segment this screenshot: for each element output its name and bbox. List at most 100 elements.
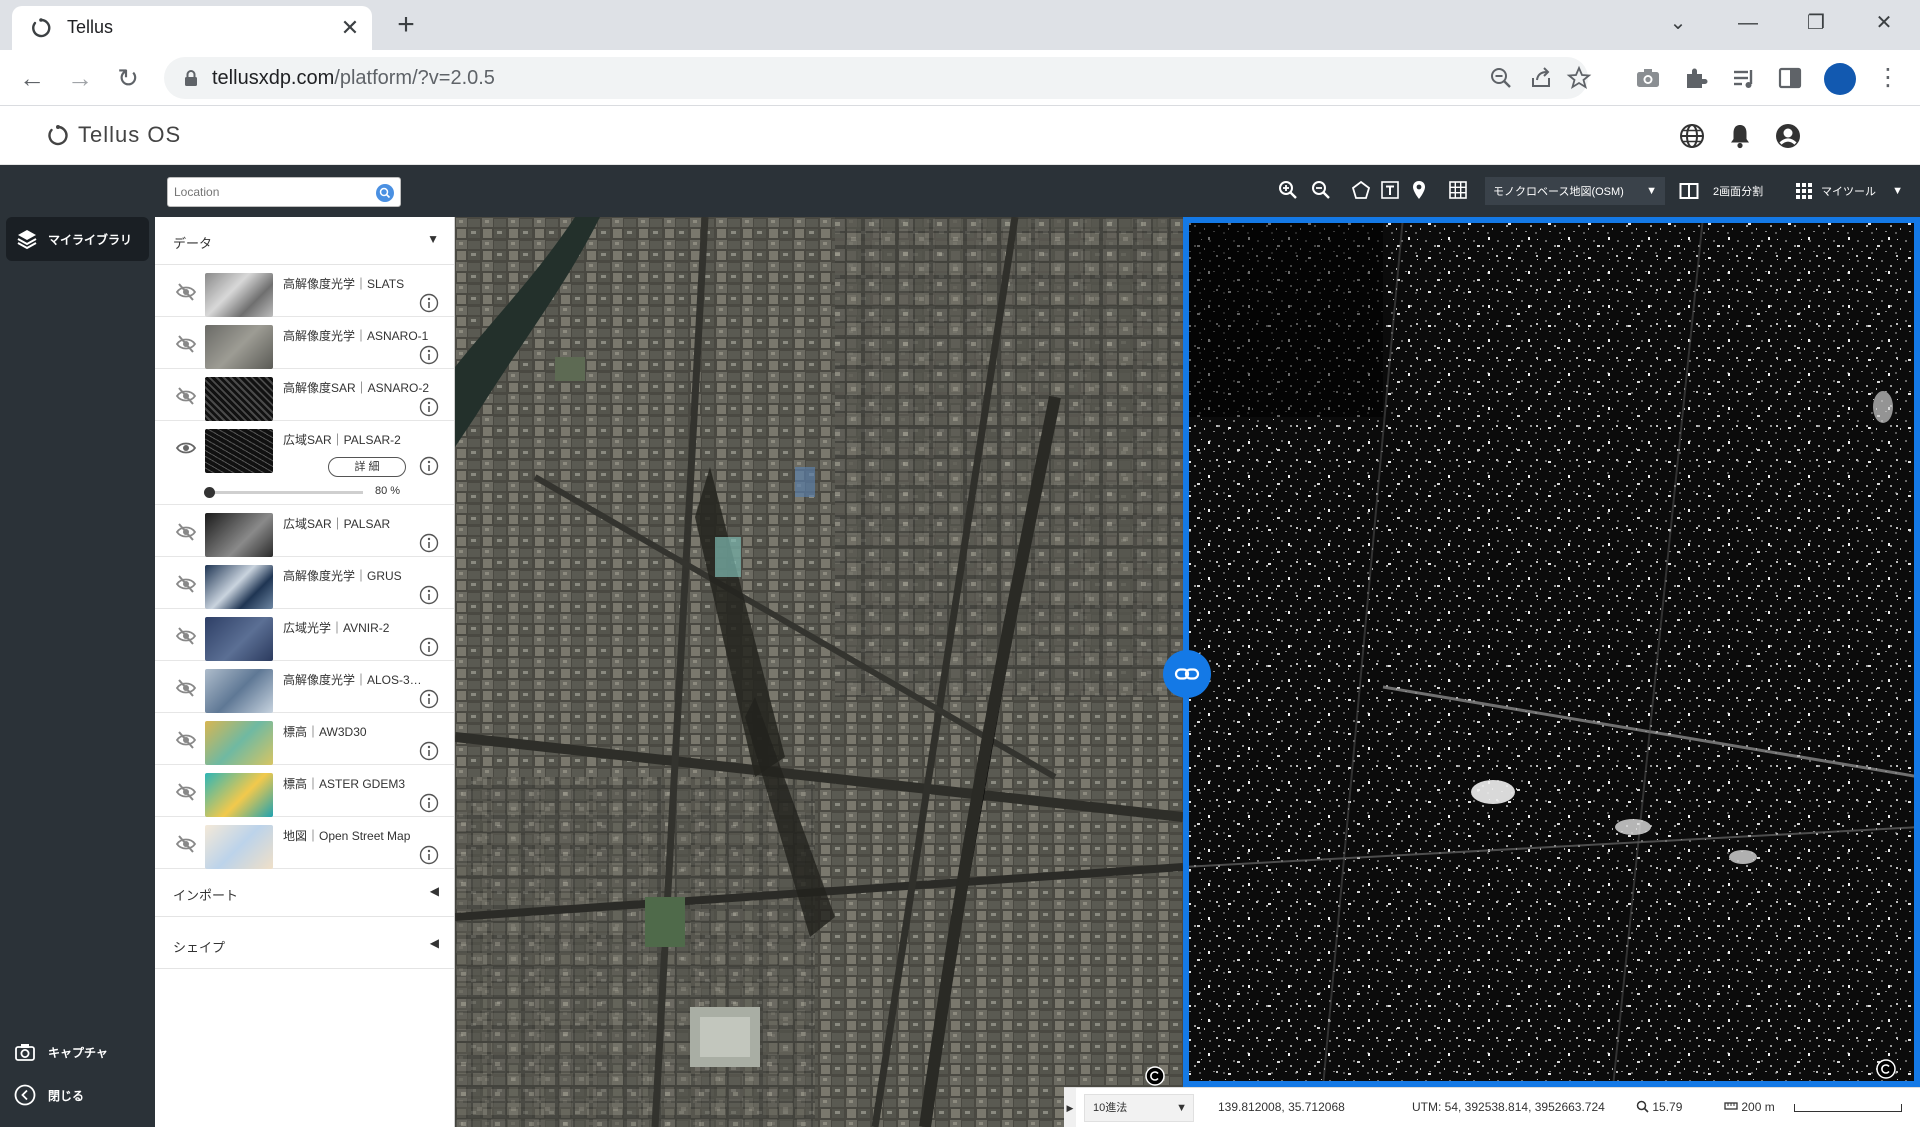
close-panel-button[interactable]: 閉じる [14,1084,84,1106]
info-icon[interactable] [419,293,439,313]
data-section-header[interactable]: データ ▼ [155,217,454,265]
eye-off-icon[interactable] [175,781,197,803]
browser-tab[interactable]: Tellus ✕ [12,6,372,50]
info-icon[interactable] [419,845,439,865]
info-icon[interactable] [419,585,439,605]
my-tools-button[interactable]: マイツール ▼ [1795,177,1909,205]
layer-item[interactable]: 標高｜ASTER GDEM3 [155,765,454,817]
eye-off-icon[interactable] [175,625,197,647]
extensions-puzzle-icon[interactable] [1682,64,1710,92]
location-search-input[interactable] [174,182,364,202]
map-pin-icon[interactable] [1408,179,1430,201]
zoom-readout: 15.79 [1636,1100,1682,1114]
eye-off-icon[interactable] [175,521,197,543]
eye-off-icon[interactable] [175,385,197,407]
address-bar[interactable]: tellusxdp.com/platform/?v=2.0.5 [164,57,1592,99]
opacity-slider-handle[interactable] [203,487,215,498]
import-section-header[interactable]: インポート ◀ [155,869,454,917]
copyright-icon[interactable] [1876,1059,1896,1079]
layer-thumbnail [205,617,273,661]
polygon-draw-icon[interactable] [1350,179,1372,201]
map-pane-left[interactable] [455,217,1183,1127]
info-icon[interactable] [419,741,439,761]
caret-left-icon: ◀ [429,884,439,898]
map-sync-link-button[interactable] [1163,650,1211,698]
share-icon[interactable] [1528,65,1554,91]
grid-icon[interactable] [1447,179,1469,201]
info-icon[interactable] [419,456,439,476]
my-library-button[interactable]: マイライブラリ [6,217,149,261]
search-icon[interactable] [376,184,394,202]
forward-arrow-icon[interactable]: → [64,62,96,94]
split-screen-button[interactable]: 2画面分割 [1679,177,1783,205]
media-queue-icon[interactable] [1730,64,1758,92]
layer-item[interactable]: 広域光学｜AVNIR-2 [155,609,454,661]
layer-item[interactable]: 高解像度光学｜SLATS [155,265,454,317]
layer-item[interactable]: 高解像度光学｜ALOS-3… [155,661,454,713]
info-icon[interactable] [419,689,439,709]
account-icon[interactable] [1774,122,1802,150]
my-library-label: マイライブラリ [48,232,133,247]
browser-menu-icon[interactable]: ⋮ [1876,63,1900,93]
layer-item[interactable]: 標高｜AW3D30 [155,713,454,765]
camera-extension-icon[interactable] [1634,64,1662,92]
eye-off-icon[interactable] [175,833,197,855]
sar-satellite-image [1183,217,1920,1087]
reload-icon[interactable]: ↻ [112,62,144,94]
layer-thumbnail [205,513,273,557]
notification-bell-icon[interactable] [1726,122,1754,150]
coordinate-format-select[interactable]: 10進法 ▼ [1084,1094,1194,1122]
tab-close-icon[interactable]: ✕ [336,14,364,42]
layer-thumbnail [205,825,273,869]
new-tab-icon[interactable]: + [390,10,422,42]
zoom-in-icon[interactable] [1277,179,1299,201]
shape-section-header[interactable]: シェイプ ◀ [155,921,454,969]
eye-off-icon[interactable] [175,729,197,751]
tellus-logo-icon [48,125,68,146]
zoom-out-icon[interactable] [1488,65,1514,91]
map-zoom-out-icon[interactable] [1310,179,1332,201]
tab-search-chevron-icon[interactable]: ⌄ [1658,8,1698,38]
statusbar-toggle-icon[interactable]: ▶ [1064,1088,1076,1128]
layer-item[interactable]: 地図｜Open Street Map [155,817,454,869]
tellus-logo[interactable]: Tellus OS [46,120,181,150]
layer-item[interactable]: 広域SAR｜PALSAR [155,505,454,557]
info-icon[interactable] [419,793,439,813]
opacity-slider-track[interactable] [207,491,363,494]
restore-icon[interactable]: ❐ [1796,8,1836,38]
minimize-icon[interactable]: — [1728,8,1768,38]
back-arrow-icon[interactable]: ← [16,62,48,94]
bookmark-star-icon[interactable] [1566,65,1592,91]
layer-thumbnail [205,721,273,765]
camera-icon [15,1044,35,1061]
eye-off-icon[interactable] [175,333,197,355]
text-tool-icon[interactable] [1379,179,1401,201]
info-icon[interactable] [419,637,439,657]
layer-item[interactable]: 広域SAR｜PALSAR-2 詳 細 80 % [155,421,454,505]
eye-icon[interactable] [175,437,197,459]
globe-icon[interactable] [1678,122,1706,150]
url-text: tellusxdp.com/platform/?v=2.0.5 [212,67,495,89]
layer-name: 広域光学｜AVNIR-2 [283,621,390,635]
scale-readout: 200 m [1724,1100,1775,1114]
info-icon[interactable] [419,345,439,365]
profile-avatar[interactable] [1824,63,1856,95]
layer-item[interactable]: 高解像度光学｜GRUS [155,557,454,609]
map-pane-right[interactable] [1183,217,1920,1087]
layer-thumbnail [205,773,273,817]
info-icon[interactable] [419,397,439,417]
capture-button[interactable]: キャプチャ [14,1042,108,1062]
copyright-icon[interactable] [1145,1066,1165,1086]
window-close-icon[interactable]: ✕ [1864,8,1904,38]
side-panel-icon[interactable] [1776,64,1804,92]
eye-off-icon[interactable] [175,573,197,595]
layer-detail-button[interactable]: 詳 細 [328,457,406,477]
basemap-select[interactable]: モノクロベース地図(OSM) ▼ [1485,177,1665,205]
eye-off-icon[interactable] [175,677,197,699]
tab-title: Tellus [67,17,114,37]
my-library-panel: データ ▼ 高解像度光学｜SLATS 高解像度光学｜ASNARO-1 高解像度S… [155,217,455,1127]
eye-off-icon[interactable] [175,281,197,303]
info-icon[interactable] [419,533,439,553]
layer-item[interactable]: 高解像度光学｜ASNARO-1 [155,317,454,369]
layer-item[interactable]: 高解像度SAR｜ASNARO-2 [155,369,454,421]
